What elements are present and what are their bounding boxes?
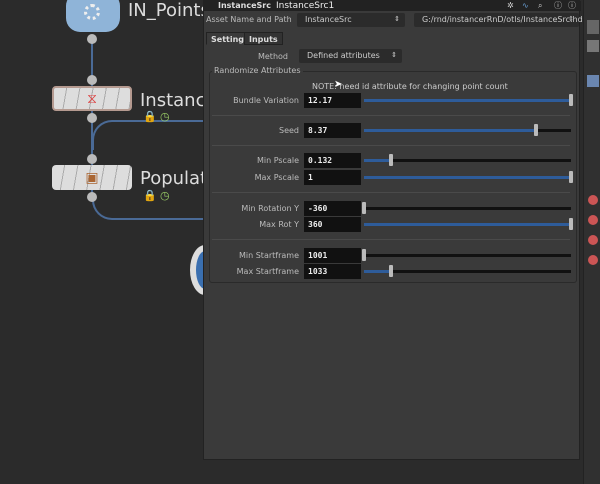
- gear-icon: [84, 4, 100, 20]
- param-slider[interactable]: [362, 202, 571, 214]
- slider-handle[interactable]: [388, 265, 393, 277]
- param-label: Min Pscale: [256, 156, 299, 165]
- slider-handle[interactable]: [388, 154, 393, 166]
- node-name-field[interactable]: InstanceSrc1: [276, 1, 334, 11]
- param-slider[interactable]: [364, 265, 571, 277]
- instance-node[interactable]: ⧖: [52, 86, 132, 111]
- updown-icon: ⇕: [568, 15, 574, 23]
- input-connector[interactable]: [87, 154, 97, 164]
- wave-icon[interactable]: ∿: [522, 1, 529, 11]
- param-field[interactable]: 360: [304, 217, 361, 232]
- node-label: IN_Points: [128, 0, 210, 21]
- mouse-cursor-icon: ➤: [334, 79, 343, 90]
- param-label: Max Startframe: [236, 267, 299, 276]
- updown-icon: ⇕: [391, 51, 397, 59]
- lock-icon[interactable]: 🔒: [143, 110, 157, 123]
- tool-icon[interactable]: [588, 195, 598, 205]
- updown-icon: ⇕: [394, 15, 400, 23]
- asset-name-value: InstanceSrc: [305, 15, 352, 24]
- slider-fill: [364, 270, 391, 273]
- separator: [212, 115, 570, 116]
- panel-header: InstanceSrc InstanceSrc1 ✲ ∿ ⌕ ⓘ ⓘ: [204, 1, 581, 11]
- tool-icon[interactable]: [587, 20, 599, 34]
- tab-inputs[interactable]: Inputs: [244, 32, 283, 45]
- param-label: Max Rot Y: [259, 220, 299, 229]
- output-connector[interactable]: [87, 113, 97, 123]
- dna-icon: ⧖: [87, 90, 97, 107]
- parameter-panel: InstanceSrc InstanceSrc1 ✲ ∿ ⌕ ⓘ ⓘ Asset…: [203, 0, 588, 460]
- tool-icon[interactable]: [587, 40, 599, 52]
- tool-icon[interactable]: [588, 235, 598, 245]
- param-slider[interactable]: [364, 218, 573, 230]
- populate-icon: ▣: [85, 169, 99, 186]
- param-label: Bundle Variation: [233, 96, 299, 105]
- network-editor[interactable]: IN_Points ⧖ Instance 🔒 ◷ ▣ Populate 🔒 ◷: [0, 0, 220, 484]
- param-field[interactable]: 12.17: [304, 93, 361, 108]
- right-toolbar: [583, 0, 600, 484]
- lock-icon[interactable]: 🔒: [143, 189, 157, 202]
- param-field[interactable]: 8.37: [304, 123, 361, 138]
- slider-handle[interactable]: [569, 171, 573, 183]
- asset-name-select[interactable]: InstanceSrc ⇕: [297, 13, 405, 27]
- clock-icon[interactable]: ◷: [160, 110, 170, 123]
- search-icon[interactable]: ⌕: [538, 1, 542, 11]
- separator: [212, 192, 570, 193]
- info-icon[interactable]: ⓘ: [554, 1, 562, 11]
- clock-icon[interactable]: ◷: [160, 189, 170, 202]
- param-field[interactable]: 1001: [304, 248, 361, 263]
- param-slider[interactable]: [364, 154, 571, 166]
- param-slider[interactable]: [364, 94, 573, 106]
- populate-node[interactable]: ▣: [52, 165, 132, 190]
- param-label: Min Startframe: [238, 251, 299, 260]
- group-label: Randomize Attributes: [212, 66, 303, 75]
- tool-icon[interactable]: [588, 215, 598, 225]
- param-label: Seed: [279, 126, 299, 135]
- node-type: InstanceSrc: [218, 1, 271, 10]
- method-select[interactable]: Defined attributes ⇕: [299, 49, 402, 63]
- output-connector[interactable]: [87, 192, 97, 202]
- param-field[interactable]: 1: [304, 170, 361, 185]
- asset-label: Asset Name and Path: [206, 15, 292, 24]
- slider-fill: [364, 129, 536, 132]
- separator: [212, 145, 570, 146]
- method-label: Method: [257, 52, 288, 61]
- param-slider[interactable]: [364, 124, 571, 136]
- asset-path-select[interactable]: G:/rnd/instancerRnD/otls/InstanceSrc.hda…: [414, 13, 588, 27]
- tool-icon[interactable]: [587, 75, 599, 87]
- param-label: Max Pscale: [254, 173, 299, 182]
- param-field[interactable]: 1033: [304, 264, 361, 279]
- output-connector[interactable]: [87, 34, 97, 44]
- param-field[interactable]: -360: [304, 201, 361, 216]
- gear-icon[interactable]: ✲: [507, 1, 514, 11]
- slider-handle[interactable]: [362, 202, 366, 214]
- separator: [212, 239, 570, 240]
- slider-handle[interactable]: [569, 218, 573, 230]
- param-field[interactable]: 0.132: [304, 153, 361, 168]
- slider-handle[interactable]: [533, 124, 538, 136]
- input-connector[interactable]: [87, 75, 97, 85]
- param-slider[interactable]: [364, 171, 573, 183]
- slider-fill: [364, 99, 571, 102]
- help-icon[interactable]: ⓘ: [568, 1, 576, 11]
- wire: [92, 120, 212, 150]
- tool-icon[interactable]: [588, 255, 598, 265]
- method-value: Defined attributes: [307, 51, 380, 60]
- slider-handle[interactable]: [569, 94, 573, 106]
- asset-path-value: G:/rnd/instancerRnD/otls/InstanceSrc.hda: [422, 15, 588, 24]
- in-points-node[interactable]: [66, 0, 120, 32]
- param-label: Min Rotation Y: [241, 204, 299, 213]
- slider-fill: [364, 223, 571, 226]
- param-slider[interactable]: [362, 249, 571, 261]
- slider-fill: [364, 176, 571, 179]
- slider-fill: [364, 159, 391, 162]
- slider-handle[interactable]: [362, 249, 366, 261]
